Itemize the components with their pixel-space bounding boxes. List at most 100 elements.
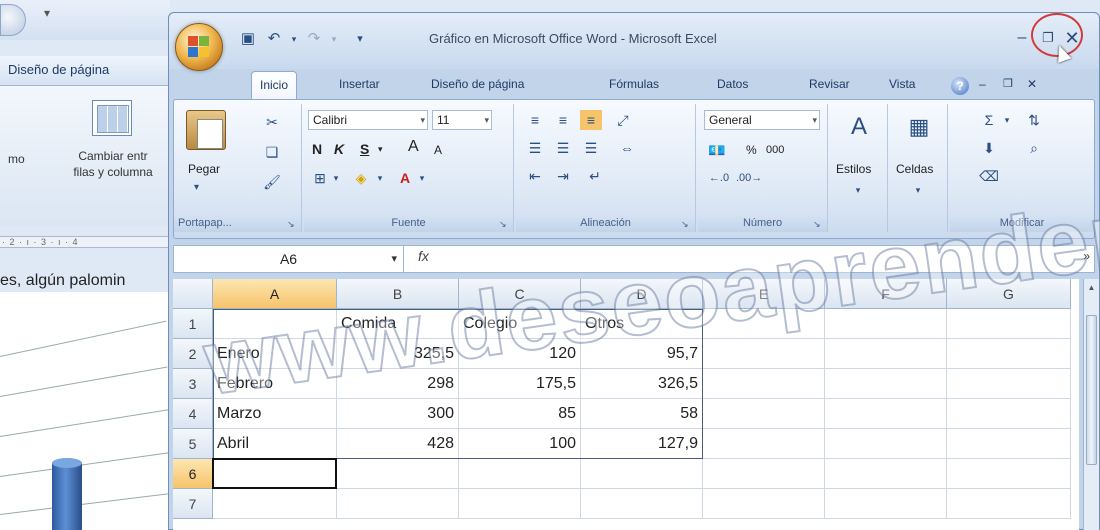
paste-icon[interactable] [186,110,226,150]
fill-color-icon[interactable]: ◈ [350,168,372,188]
name-box-dropdown-icon[interactable]: ▾ [391,246,397,272]
shrink-font-button[interactable]: A [434,141,442,159]
office-button[interactable] [175,23,223,71]
find-select-icon[interactable]: ⌕ [1020,138,1048,158]
grow-font-button[interactable]: A [408,138,419,156]
row-header-3[interactable]: 3 [173,369,213,399]
tab-inicio[interactable]: Inicio [251,71,298,99]
column-header-c[interactable]: C [459,279,581,309]
autosum-icon[interactable]: Σ [978,110,1000,130]
column-header-e[interactable]: E [703,279,825,309]
cell-f5[interactable] [825,429,947,459]
scrollbar-thumb[interactable] [1086,315,1097,465]
scroll-up-icon[interactable]: ▲ [1086,283,1097,297]
cell-g2[interactable] [947,339,1071,369]
row-header-4[interactable]: 4 [173,399,213,429]
tab-insertar[interactable]: Insertar [339,77,380,91]
cell-f1[interactable] [825,309,947,339]
comma-style-button[interactable]: 000 [766,141,784,159]
ribbon-minimize-icon[interactable]: – [979,77,986,91]
vertical-scrollbar[interactable]: ▲ [1083,279,1099,530]
tab-vista[interactable]: Vista [889,77,915,91]
row-header-2[interactable]: 2 [173,339,213,369]
cell-e4[interactable] [703,399,825,429]
copy-icon[interactable]: ❏ [262,142,282,162]
cell-e5[interactable] [703,429,825,459]
font-size-combo[interactable]: 11 ▾ [432,110,492,130]
wrap-text-icon[interactable]: ↵ [580,166,610,186]
align-left-icon[interactable]: ☰ [524,138,546,158]
accounting-format-icon[interactable]: 💶 [704,140,730,160]
cell-g7[interactable] [947,489,1071,519]
row-header-5[interactable]: 5 [173,429,213,459]
ribbon-close-icon[interactable]: ✕ [1027,77,1037,91]
redo-icon[interactable]: ↷ [303,28,325,50]
cell-f2[interactable] [825,339,947,369]
number-launcher-icon[interactable]: ↘ [813,219,823,229]
cell-f6[interactable] [825,459,947,489]
cells-button[interactable]: Celdas [896,160,933,178]
column-header-g[interactable]: G [947,279,1071,309]
decrease-indent-icon[interactable]: ⇤ [524,166,546,186]
cell-g1[interactable] [947,309,1071,339]
styles-button[interactable]: Estilos [836,160,871,178]
font-name-combo[interactable]: Calibri ▾ [308,110,428,130]
increase-decimal-icon[interactable]: ←.0 [706,168,732,188]
word-tab-page-layout[interactable]: Diseño de página [8,62,109,77]
column-header-d[interactable]: D [581,279,703,309]
align-bottom-icon[interactable]: ≡ [580,110,602,130]
align-center-icon[interactable]: ☰ [552,138,574,158]
underline-dropdown-icon[interactable]: ▾ [378,140,383,158]
cell-d7[interactable] [581,489,703,519]
tab-datos[interactable]: Datos [717,77,748,91]
font-color-icon[interactable]: A [394,168,416,188]
borders-icon[interactable]: ⊞ [310,168,330,188]
column-header-b[interactable]: B [337,279,459,309]
cell-b7[interactable] [337,489,459,519]
font-launcher-icon[interactable]: ↘ [499,219,509,229]
sort-filter-icon[interactable]: ⇅ [1020,110,1048,130]
cell-c7[interactable] [459,489,581,519]
format-painter-icon[interactable]: 🖌 [262,172,282,192]
switch-row-column-button[interactable]: Cambiar entr filas y columna [58,148,168,180]
row-header-7[interactable]: 7 [173,489,213,519]
cell-e6[interactable] [703,459,825,489]
percent-style-button[interactable]: % [746,141,757,159]
cell-e2[interactable] [703,339,825,369]
cell-g3[interactable] [947,369,1071,399]
underline-button[interactable]: S [360,140,369,158]
help-icon[interactable]: ? [951,77,969,95]
paste-dropdown-icon[interactable]: ▾ [194,178,199,198]
tab-formulas[interactable]: Fórmulas [609,77,659,91]
cells-icon[interactable]: ▦ [904,112,934,142]
save-icon[interactable]: ▣ [237,28,259,50]
bold-button[interactable]: N [312,140,322,158]
tab-diseno-de-pagina[interactable]: Diseño de página [431,77,524,91]
customize-qat-icon[interactable]: ▾ [349,28,371,50]
borders-dropdown-icon[interactable]: ▾ [330,168,342,188]
clipboard-launcher-icon[interactable]: ↘ [287,219,297,229]
cell-e3[interactable] [703,369,825,399]
align-middle-icon[interactable]: ≡ [552,110,574,130]
fill-color-dropdown-icon[interactable]: ▾ [374,168,386,188]
switch-row-column-icon[interactable] [92,100,132,136]
worksheet-grid[interactable]: A B C D E F G 1 Comida Colegio Otros 2 Enero 325,5 120… [173,279,1079,530]
styles-icon[interactable]: A [844,112,874,142]
fill-icon[interactable]: ⬇ [978,138,1000,158]
cut-icon[interactable]: ✂ [262,112,282,132]
undo-dropdown-icon[interactable]: ▾ [283,28,305,50]
undo-icon[interactable]: ↶ [263,28,285,50]
orientation-icon[interactable]: ⤢ [612,110,634,130]
expand-formula-bar-icon[interactable]: » [1083,249,1090,263]
cell-e1[interactable] [703,309,825,339]
cell-g5[interactable] [947,429,1071,459]
ribbon-restore-icon[interactable]: ❐ [1003,77,1013,90]
number-format-combo[interactable]: General ▾ [704,110,820,130]
cell-f3[interactable] [825,369,947,399]
cell-f4[interactable] [825,399,947,429]
chart-cylinder-bar[interactable] [52,458,82,530]
autosum-dropdown-icon[interactable]: ▾ [1002,110,1012,130]
tab-revisar[interactable]: Revisar [809,77,850,91]
name-box[interactable]: A6 ▾ [174,246,404,272]
column-header-a[interactable]: A [213,279,337,309]
